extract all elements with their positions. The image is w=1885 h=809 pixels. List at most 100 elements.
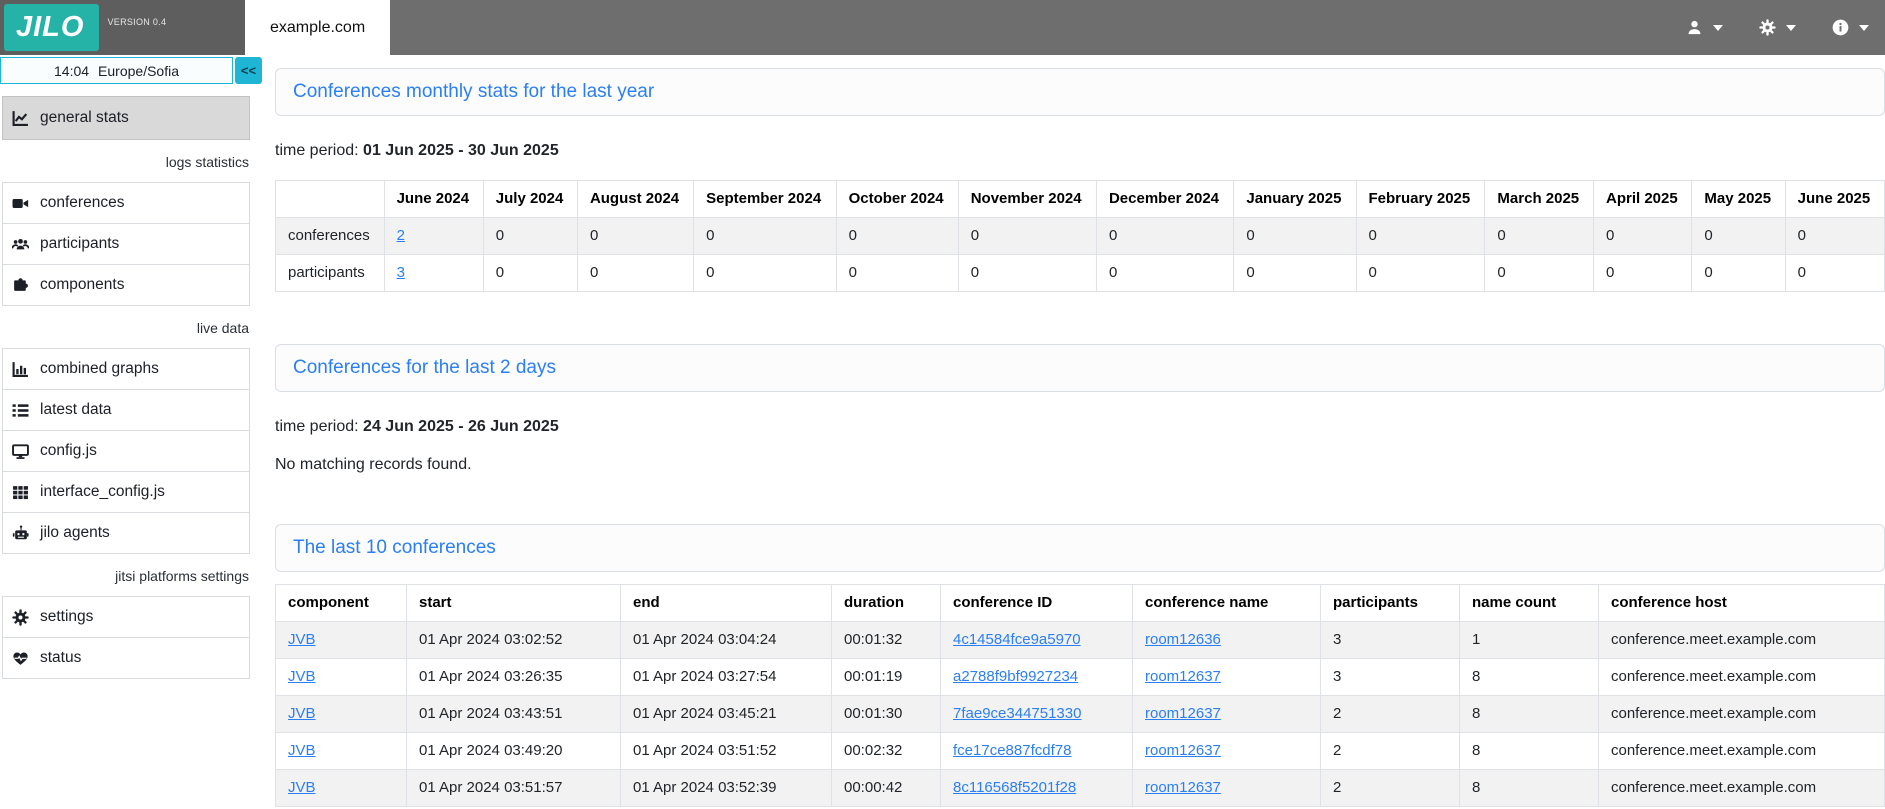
conference-cell: 3: [1321, 622, 1460, 659]
month-column-header: November 2024: [958, 181, 1096, 218]
sidebar-item-config-js[interactable]: config.js: [2, 430, 250, 472]
metric-value-cell: 0: [1234, 218, 1356, 255]
component-link[interactable]: JVB: [288, 668, 316, 685]
gear-icon: [1759, 19, 1776, 36]
component-link[interactable]: JVB: [288, 705, 316, 722]
component-link[interactable]: JVB: [288, 631, 316, 648]
conference-id-link[interactable]: 4c14584fce9a5970: [953, 631, 1081, 648]
sidebar-item-jilo-agents[interactable]: jilo agents: [2, 512, 250, 554]
last-10-conferences-table: componentstartenddurationconference IDco…: [275, 584, 1885, 807]
sidebar-item-components[interactable]: components: [2, 264, 250, 306]
conference-id-link[interactable]: 7fae9ce344751330: [953, 705, 1081, 722]
sidebar-item-status[interactable]: status: [2, 637, 250, 679]
main-content: Conferences monthly stats for the last y…: [262, 55, 1885, 809]
component-link[interactable]: JVB: [288, 779, 316, 796]
conference-cell: 8: [1460, 696, 1599, 733]
conference-cell: 01 Apr 2024 03:26:35: [407, 659, 621, 696]
conference-cell: 01 Apr 2024 03:51:52: [621, 733, 832, 770]
conference-cell: JVB: [276, 770, 407, 807]
conference-row: JVB 01 Apr 2024 03:02:5201 Apr 2024 03:04…: [276, 622, 1885, 659]
conference-name-link[interactable]: room12637: [1145, 705, 1221, 722]
metric-value-cell: 0: [958, 255, 1096, 292]
conference-id-link[interactable]: fce17ce887fcdf78: [953, 742, 1071, 759]
component-link[interactable]: JVB: [288, 742, 316, 759]
sidebar-item-label: settings: [40, 608, 93, 626]
sidebar-item-combined-graphs[interactable]: combined graphs: [2, 348, 250, 390]
top-bar-brand-area: JILO VERSION 0.4: [0, 0, 245, 55]
last-2-days-title-link[interactable]: Conferences for the last 2 days: [293, 357, 556, 379]
sidebar-section-label: logs statistics: [0, 154, 262, 170]
conference-cell: 00:01:19: [832, 659, 941, 696]
month-column-header: August 2024: [577, 181, 693, 218]
conference-cell: room12637: [1133, 659, 1321, 696]
sidebar-item-label: config.js: [40, 442, 97, 460]
conference-id-link[interactable]: a2788f9bf9927234: [953, 668, 1078, 685]
video-camera-icon: [12, 195, 29, 212]
metric-value-cell: 0: [1096, 218, 1233, 255]
user-menu[interactable]: [1686, 19, 1723, 36]
metric-value-cell: 0: [483, 218, 577, 255]
metric-value-cell: 0: [1785, 218, 1884, 255]
sidebar-item-latest-data[interactable]: latest data: [2, 389, 250, 431]
conference-cell: 01 Apr 2024 03:52:39: [621, 770, 832, 807]
monthly-stats-title-link[interactable]: Conferences monthly stats for the last y…: [293, 81, 654, 103]
robot-icon: [12, 525, 29, 542]
last-2-days-time-period: time period: 24 Jun 2025 - 26 Jun 2025: [275, 418, 1885, 436]
sidebar: 14:04 Europe/Sofia << general statslogs …: [0, 55, 262, 809]
last-2-days-card-header: Conferences for the last 2 days: [275, 344, 1885, 392]
heart-pulse-icon: [12, 650, 29, 667]
month-column-header: June 2024: [384, 181, 483, 218]
clock-time: 14:04: [54, 63, 89, 79]
time-period-value: 01 Jun 2025 - 30 Jun 2025: [363, 142, 559, 159]
monthly-stats-table: June 2024July 2024August 2024September 2…: [275, 180, 1885, 292]
conference-cell: 3: [1321, 659, 1460, 696]
gear-menu[interactable]: [1759, 19, 1796, 36]
conference-cell: fce17ce887fcdf78: [941, 733, 1133, 770]
conference-id-link[interactable]: 8c116568f5201f28: [953, 779, 1076, 796]
user-icon: [1686, 19, 1703, 36]
tab-example-com[interactable]: example.com: [245, 0, 390, 55]
conference-cell: 2: [1321, 696, 1460, 733]
conference-name-link[interactable]: room12637: [1145, 668, 1221, 685]
conference-row: JVB01 Apr 2024 03:51:5701 Apr 2024 03:52…: [276, 770, 1885, 807]
conference-cell: room12637: [1133, 770, 1321, 807]
sidebar-item-general-stats[interactable]: general stats: [2, 96, 250, 140]
sidebar-item-conferences[interactable]: conferences: [2, 182, 250, 224]
monthly-corner-cell: [276, 181, 385, 218]
conference-cell: 01 Apr 2024 03:02:52: [407, 622, 621, 659]
last-10-title-link[interactable]: The last 10 conferences: [293, 537, 496, 559]
conferences-count-link[interactable]: 2: [397, 227, 405, 244]
conference-name-link[interactable]: room12636: [1145, 631, 1221, 648]
monthly-table-row: participants3000000000000: [276, 255, 1885, 292]
info-menu[interactable]: [1832, 19, 1869, 36]
conference-cell: 2: [1321, 733, 1460, 770]
sidebar-item-interface-config-js[interactable]: interface_config.js: [2, 471, 250, 513]
conference-name-link[interactable]: room12637: [1145, 742, 1221, 759]
month-column-header: April 2025: [1593, 181, 1691, 218]
conference-cell: 01 Apr 2024 03:49:20: [407, 733, 621, 770]
jilo-logo[interactable]: JILO: [4, 4, 99, 51]
month-column-header: January 2025: [1234, 181, 1356, 218]
time-period-label: time period:: [275, 418, 359, 435]
sidebar-item-label: interface_config.js: [40, 483, 165, 501]
last10-column-header-conference-host: conference host: [1599, 585, 1885, 622]
conference-cell: conference.meet.example.com: [1599, 659, 1885, 696]
sidebar-item-participants[interactable]: participants: [2, 223, 250, 265]
month-column-header: June 2025: [1785, 181, 1884, 218]
metric-value-cell: 0: [1785, 255, 1884, 292]
conference-name-link[interactable]: room12637: [1145, 779, 1221, 796]
metric-value-cell: 0: [1356, 218, 1485, 255]
time-period-label: time period:: [275, 142, 359, 159]
metric-value-cell: 0: [836, 255, 958, 292]
last10-column-header-component: component: [276, 585, 407, 622]
metric-label-cell: participants: [276, 255, 385, 292]
conference-cell: 01 Apr 2024 03:04:24: [621, 622, 832, 659]
conference-cell: 00:02:32: [832, 733, 941, 770]
sidebar-collapse-button[interactable]: <<: [235, 57, 262, 84]
sidebar-item-settings[interactable]: settings: [2, 596, 250, 638]
conference-row: JVB01 Apr 2024 03:43:5101 Apr 2024 03:45…: [276, 696, 1885, 733]
monthly-table-row: conferences2000000000000: [276, 218, 1885, 255]
metric-value-cell: 3: [384, 255, 483, 292]
conference-row: JVB 01 Apr 2024 03:49:2001 Apr 2024 03:51…: [276, 733, 1885, 770]
participants-count-link[interactable]: 3: [397, 264, 405, 281]
